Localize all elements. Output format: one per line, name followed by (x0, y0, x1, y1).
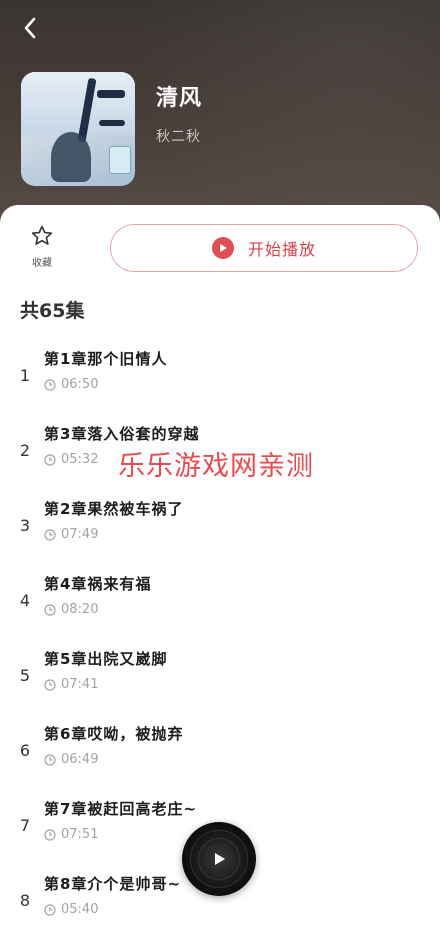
duration-text: 05:40 (61, 902, 99, 917)
clock-icon (44, 678, 56, 691)
clock-icon (44, 828, 56, 841)
duration-text: 06:49 (61, 752, 99, 767)
episode-row[interactable]: 4 第4章祸来有福 08:20 (0, 555, 440, 630)
favorite-button[interactable]: 收藏 (22, 224, 62, 274)
duration-text: 07:41 (61, 677, 99, 692)
clock-icon (44, 903, 56, 916)
clock-icon (44, 453, 56, 466)
clock-icon (44, 753, 56, 766)
episode-duration: 07:51 (44, 827, 98, 842)
episode-number: 7 (19, 816, 31, 835)
episode-duration: 07:41 (44, 677, 98, 692)
episode-duration: 08:20 (44, 602, 98, 617)
episode-count: 共65集 (20, 300, 85, 322)
episode-duration: 07:49 (44, 527, 98, 542)
episode-number: 8 (19, 891, 31, 910)
episode-number: 5 (19, 666, 31, 685)
episode-title: 第8章介个是帅哥~ (44, 875, 182, 893)
episode-number: 2 (19, 441, 31, 460)
duration-text: 07:49 (61, 527, 99, 542)
star-outline-icon (31, 225, 53, 245)
watermark-text: 乐乐游戏网亲测 (118, 451, 314, 482)
clock-icon (44, 528, 56, 541)
duration-text: 07:51 (61, 827, 99, 842)
clock-icon (44, 378, 56, 391)
chevron-left-icon (24, 17, 36, 39)
duration-text: 06:50 (61, 377, 99, 392)
album-title: 清风 (156, 86, 203, 111)
episode-duration: 06:49 (44, 752, 98, 767)
episode-number: 3 (19, 516, 31, 535)
episode-number: 4 (19, 591, 31, 610)
album-author: 秋二秋 (156, 129, 201, 145)
favorite-label: 收藏 (32, 258, 52, 269)
episode-duration: 05:40 (44, 902, 98, 917)
episode-title: 第3章落入俗套的穿越 (44, 425, 200, 443)
episode-title: 第2章果然被车祸了 (44, 500, 184, 518)
back-button[interactable] (14, 12, 46, 44)
episode-title: 第4章祸来有福 (44, 575, 152, 593)
episode-duration: 05:32 (44, 452, 98, 467)
episode-row[interactable]: 5 第5章出院又崴脚 07:41 (0, 630, 440, 705)
episode-row[interactable]: 1 第1章那个旧情人 06:50 (0, 330, 440, 405)
episode-title: 第7章被赶回高老庄~ (44, 800, 198, 818)
episode-number: 1 (19, 366, 31, 385)
play-circle-icon (211, 237, 234, 259)
start-play-label: 开始播放 (247, 240, 316, 259)
clock-icon (44, 603, 56, 616)
episode-row[interactable]: 3 第2章果然被车祸了 07:49 (0, 480, 440, 555)
episode-row[interactable]: 6 第6章哎呦，被抛弃 06:49 (0, 705, 440, 780)
start-play-button[interactable]: 开始播放 (110, 224, 418, 272)
play-icon (215, 853, 225, 865)
episode-number: 6 (19, 741, 31, 760)
episode-title: 第5章出院又崴脚 (44, 650, 168, 668)
episode-duration: 06:50 (44, 377, 98, 392)
album-cover (21, 72, 135, 186)
duration-text: 08:20 (61, 602, 99, 617)
duration-text: 05:32 (61, 452, 99, 467)
episode-title: 第6章哎呦，被抛弃 (44, 725, 184, 743)
episode-title: 第1章那个旧情人 (44, 350, 168, 368)
floating-player-button[interactable] (182, 822, 256, 896)
